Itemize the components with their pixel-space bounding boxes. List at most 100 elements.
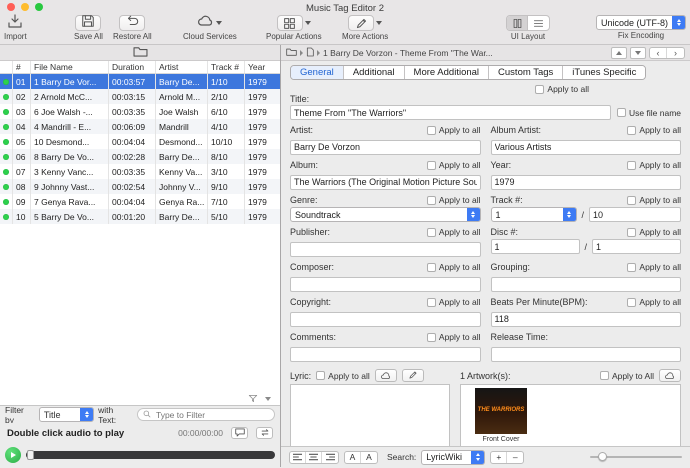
align-left-button[interactable] xyxy=(290,451,306,463)
folder-icon[interactable] xyxy=(132,44,148,62)
layout-columns-button[interactable] xyxy=(507,16,528,30)
album-artist-input[interactable] xyxy=(490,139,681,155)
lyric-label: Lyric: xyxy=(290,370,312,381)
add-button[interactable]: + xyxy=(491,451,508,463)
fix-encoding-label[interactable]: Fix Encoding xyxy=(618,31,664,40)
font-larger-button[interactable]: A xyxy=(361,452,377,463)
import-button[interactable]: Import xyxy=(4,13,27,41)
layout-rows-button[interactable] xyxy=(528,16,549,30)
copyright-input[interactable] xyxy=(290,311,481,327)
year-apply-checkbox[interactable]: Apply to all xyxy=(627,160,681,170)
artwork-zoom-slider[interactable] xyxy=(590,452,682,461)
apply-all-top-checkbox[interactable]: Apply to all xyxy=(535,84,589,94)
previous-file-button[interactable]: ‹ xyxy=(650,47,667,58)
more-actions-button[interactable]: More Actions xyxy=(342,15,388,41)
close-button[interactable] xyxy=(7,3,15,11)
composer-apply-checkbox[interactable]: Apply to all xyxy=(426,262,481,272)
table-row[interactable]: 09 7 Genya Rava... 00:04:04 Genya Ra... 7/10… xyxy=(0,194,280,209)
table-row[interactable]: 01 1 Barry De Vor... 00:03:57 Barry De... 1/… xyxy=(0,74,280,89)
disc-total-input[interactable] xyxy=(592,239,682,254)
artwork-cloud-button[interactable] xyxy=(659,369,681,382)
publisher-input[interactable] xyxy=(290,241,481,257)
track-apply-checkbox[interactable]: Apply to all xyxy=(627,195,681,205)
table-row[interactable]: 02 2 Arnold McC... 00:03:15 Arnold M... 2/10… xyxy=(0,89,280,104)
align-right-button[interactable] xyxy=(322,452,338,463)
minimize-button[interactable] xyxy=(21,3,29,11)
column-track[interactable]: Track # xyxy=(208,61,245,73)
font-smaller-button[interactable]: A xyxy=(345,451,361,463)
popular-actions-button[interactable]: Popular Actions xyxy=(266,15,322,41)
album-artist-apply-checkbox[interactable]: Apply to all xyxy=(627,125,681,135)
table-row[interactable]: 04 4 Mandrill - E... 00:06:09 Mandrill 4/10 1… xyxy=(0,119,280,134)
comments-input[interactable] xyxy=(290,346,481,362)
move-down-button[interactable] xyxy=(630,46,646,59)
column-file-name[interactable]: File Name xyxy=(31,61,109,73)
tab-custom-tags[interactable]: Custom Tags xyxy=(489,66,564,79)
lyric-apply-checkbox[interactable]: Apply to all xyxy=(316,371,370,381)
encoding-popup[interactable]: Unicode (UTF-8) xyxy=(596,15,686,30)
table-row[interactable]: 03 6 Joe Walsh -... 00:03:35 Joe Walsh 6/10 1… xyxy=(0,104,280,119)
genre-popup[interactable]: Soundtrack xyxy=(290,207,481,222)
tab-general[interactable]: General xyxy=(291,66,344,79)
composer-input[interactable] xyxy=(290,276,481,292)
next-file-button[interactable]: › xyxy=(667,48,684,58)
remove-button[interactable]: – xyxy=(507,452,523,463)
table-row[interactable]: 08 9 Johnny Vast... 00:02:54 Johnny V... 9/1… xyxy=(0,179,280,194)
align-center-button[interactable] xyxy=(306,451,322,463)
lyric-textarea[interactable] xyxy=(290,384,450,446)
column-artist[interactable]: Artist xyxy=(156,61,208,73)
restore-all-button[interactable]: Restore All xyxy=(113,15,152,41)
zoom-button[interactable] xyxy=(35,3,43,11)
move-up-button[interactable] xyxy=(611,46,627,59)
track-total-input[interactable] xyxy=(589,207,682,222)
bpm-apply-checkbox[interactable]: Apply to all xyxy=(627,297,681,307)
genre-apply-checkbox[interactable]: Apply to all xyxy=(426,195,481,205)
grid-icon xyxy=(276,15,303,31)
year-input[interactable] xyxy=(490,174,681,190)
loop-button[interactable] xyxy=(256,427,273,439)
play-button[interactable] xyxy=(5,447,21,463)
table-row[interactable]: 10 5 Barry De Vo... 00:01:20 Barry De... 5/1… xyxy=(0,209,280,224)
column-number[interactable]: # xyxy=(13,61,31,73)
filter-field-popup[interactable]: Title xyxy=(38,407,95,422)
use-file-name-checkbox[interactable]: Use file name xyxy=(617,108,681,118)
lyric-edit-button[interactable] xyxy=(401,369,424,382)
publisher-apply-checkbox[interactable]: Apply to all xyxy=(426,227,481,237)
release-time-input[interactable] xyxy=(490,346,681,362)
disc-apply-checkbox[interactable]: Apply to all xyxy=(627,227,681,237)
lyric-cloud-button[interactable] xyxy=(374,369,397,382)
grouping-apply-checkbox[interactable]: Apply to all xyxy=(627,262,681,272)
filter-search-field[interactable] xyxy=(136,408,275,421)
slider-knob[interactable] xyxy=(598,452,607,461)
column-status[interactable] xyxy=(0,61,13,73)
tab-additional[interactable]: Additional xyxy=(343,66,405,79)
artist-apply-checkbox[interactable]: Apply to all xyxy=(426,125,481,135)
bpm-input[interactable] xyxy=(490,311,681,327)
album-apply-checkbox[interactable]: Apply to all xyxy=(426,160,481,170)
album-input[interactable] xyxy=(290,174,481,190)
artist-input[interactable] xyxy=(290,139,481,155)
filter-search-input[interactable] xyxy=(153,408,269,421)
title-input[interactable] xyxy=(290,105,612,120)
tab-more-additional[interactable]: More Additional xyxy=(404,66,490,79)
comments-apply-checkbox[interactable]: Apply to all xyxy=(426,332,481,342)
table-row[interactable]: 07 3 Kenny Vanc... 00:03:35 Kenny Va... 3/10… xyxy=(0,164,280,179)
tab-itunes-specific[interactable]: iTunes Specific xyxy=(563,66,646,79)
artwork-apply-checkbox[interactable]: Apply to All xyxy=(599,371,654,381)
comment-bubble-button[interactable] xyxy=(231,427,248,439)
search-provider-popup[interactable]: LyricWiki xyxy=(421,449,486,465)
artwork-thumbnail[interactable]: THE WARRIORS xyxy=(475,388,527,434)
copyright-apply-checkbox[interactable]: Apply to all xyxy=(426,297,481,307)
table-row[interactable]: 06 8 Barry De Vo... 00:02:28 Barry De... 8/1… xyxy=(0,149,280,164)
column-year[interactable]: Year xyxy=(245,61,280,73)
track-number-popup[interactable]: 1 xyxy=(490,207,577,222)
seek-knob[interactable] xyxy=(27,450,34,460)
save-all-button[interactable]: Save All xyxy=(74,14,103,41)
collapse-filter-chevron-icon[interactable] xyxy=(265,396,271,401)
disc-number-input[interactable] xyxy=(490,239,580,254)
table-row[interactable]: 05 10 Desmond... 00:04:04 Desmond... 10/10 19… xyxy=(0,134,280,149)
grouping-input[interactable] xyxy=(490,276,681,292)
seek-bar[interactable] xyxy=(26,450,275,460)
column-duration[interactable]: Duration xyxy=(109,61,156,73)
cloud-services-button[interactable]: Cloud Services xyxy=(183,15,237,41)
